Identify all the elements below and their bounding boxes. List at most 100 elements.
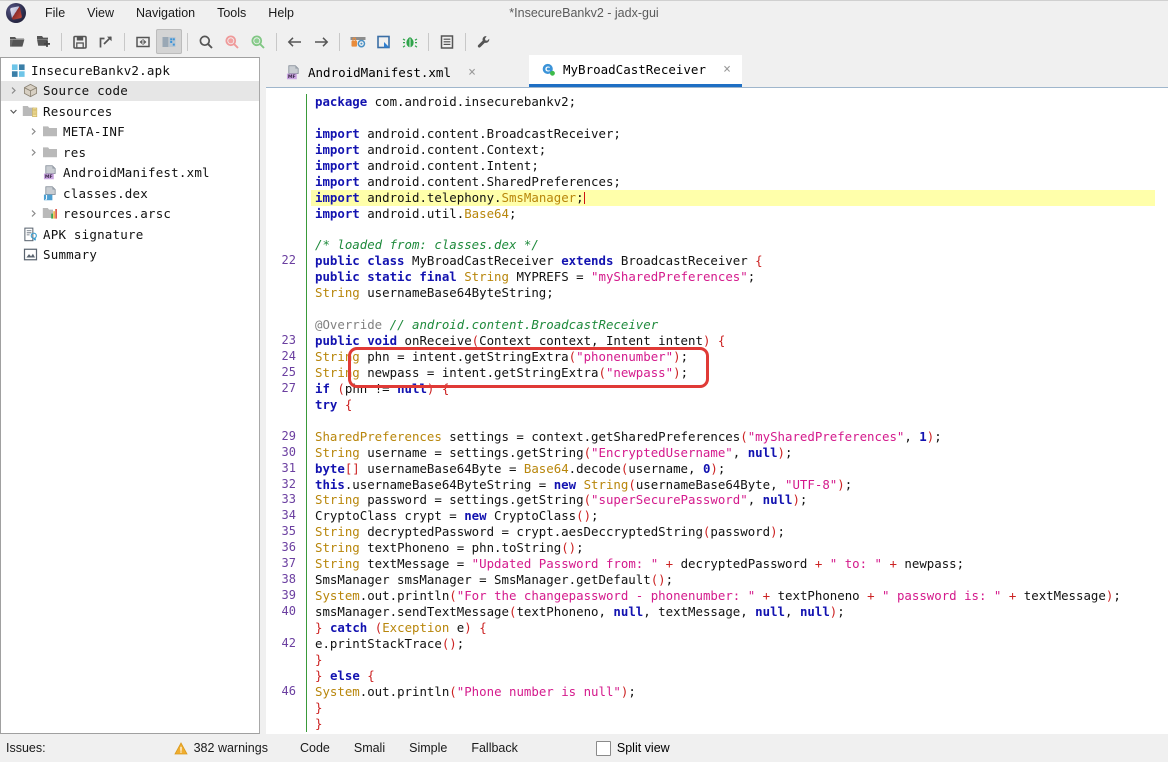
- code-line[interactable]: String textMessage = "Updated Password f…: [315, 556, 1155, 572]
- code-line[interactable]: import android.content.Intent;: [315, 158, 1155, 174]
- code-token: Exception: [382, 619, 450, 635]
- view-tab-fallback[interactable]: Fallback: [461, 738, 528, 758]
- tree-item-apk-signature[interactable]: APK signature: [1, 224, 259, 245]
- debugger-icon[interactable]: [397, 29, 423, 54]
- chevron-right-icon[interactable]: [25, 209, 41, 218]
- view-tab-simple[interactable]: Simple: [399, 738, 457, 758]
- preferences-icon[interactable]: [471, 29, 497, 54]
- code-line[interactable]: [315, 222, 1155, 238]
- code-line[interactable]: public class MyBroadCastReceiver extends…: [315, 253, 1155, 269]
- code-line[interactable]: String decryptedPassword = crypt.aesDecc…: [315, 524, 1155, 540]
- code-fold-bar[interactable]: [302, 88, 311, 734]
- tree-item-resources-arsc[interactable]: resources.arsc: [1, 204, 259, 225]
- close-icon[interactable]: ×: [465, 66, 479, 80]
- code-line[interactable]: CryptoClass crypt = new CryptoClass();: [315, 508, 1155, 524]
- code-line[interactable]: byte[] usernameBase64Byte = Base64.decod…: [315, 461, 1155, 477]
- code-line[interactable]: } else {: [315, 668, 1155, 684]
- vertical-scrollbar[interactable]: [1155, 88, 1168, 734]
- menu-item-help[interactable]: Help: [257, 3, 305, 23]
- code-line[interactable]: String usernameBase64ByteString;: [315, 285, 1155, 301]
- tree-item-androidmanifest-xml[interactable]: MF AndroidManifest.xml: [1, 163, 259, 184]
- search-class-icon[interactable]: [219, 29, 245, 54]
- export-gradle-icon[interactable]: [93, 29, 119, 54]
- code-line[interactable]: [315, 413, 1155, 429]
- tree-item-resources[interactable]: Resources: [1, 101, 259, 122]
- log-icon[interactable]: [434, 29, 460, 54]
- add-files-icon[interactable]: [30, 29, 56, 54]
- code-line[interactable]: public void onReceive(Context context, I…: [315, 333, 1155, 349]
- code-line[interactable]: }: [315, 732, 1155, 735]
- code-line[interactable]: String phn = intent.getStringExtra("phon…: [315, 349, 1155, 365]
- code-line[interactable]: }: [315, 652, 1155, 668]
- deobfuscation-icon[interactable]: [345, 29, 371, 54]
- code-line[interactable]: [315, 110, 1155, 126]
- code-line[interactable]: import android.content.Context;: [315, 142, 1155, 158]
- code-line[interactable]: public static final String MYPREFS = "my…: [315, 269, 1155, 285]
- code-line[interactable]: try {: [315, 397, 1155, 413]
- code-line[interactable]: smsManager.sendTextMessage(textPhoneno, …: [315, 604, 1155, 620]
- close-icon[interactable]: ×: [720, 63, 734, 77]
- split-view-checkbox[interactable]: [595, 740, 611, 756]
- code-line[interactable]: import android.content.BroadcastReceiver…: [315, 126, 1155, 142]
- menu-item-tools[interactable]: Tools: [206, 3, 257, 23]
- split-view-toggle[interactable]: Split view: [595, 740, 670, 756]
- code-line[interactable]: this.usernameBase64ByteString = new Stri…: [315, 477, 1155, 493]
- code-line[interactable]: } catch (Exception e) {: [315, 620, 1155, 636]
- tree-item-res[interactable]: res: [1, 142, 259, 163]
- code-line[interactable]: System.out.println("For the changepasswo…: [315, 588, 1155, 604]
- tree-item-meta-inf[interactable]: META-INF: [1, 122, 259, 143]
- code-line[interactable]: String password = settings.getString("su…: [315, 492, 1155, 508]
- menu-item-view[interactable]: View: [76, 3, 125, 23]
- search-icon[interactable]: [193, 29, 219, 54]
- code-line[interactable]: package com.android.insecurebankv2;: [315, 94, 1155, 110]
- code-token: CryptoClass crypt =: [315, 508, 465, 524]
- tree-item-source-code[interactable]: Source code: [1, 80, 259, 101]
- forward-arrow-icon[interactable]: [308, 29, 334, 54]
- tree-root-apk[interactable]: InsecureBankv2.apk: [1, 60, 259, 81]
- code-token: username = settings.getString: [359, 444, 584, 460]
- view-tab-code[interactable]: Code: [290, 738, 340, 758]
- flat-packages-icon[interactable]: [156, 29, 182, 54]
- code-line[interactable]: String textPhoneno = phn.toString();: [315, 540, 1155, 556]
- editor-tab-androidmanifest-xml[interactable]: MF AndroidManifest.xml ×: [274, 58, 487, 87]
- code-line[interactable]: import android.content.SharedPreferences…: [315, 174, 1155, 190]
- menu-item-file[interactable]: File: [34, 3, 76, 23]
- code-line[interactable]: e.printStackTrace();: [315, 636, 1155, 652]
- warnings-indicator[interactable]: 382 warnings: [173, 741, 268, 755]
- code-line[interactable]: }: [315, 716, 1155, 732]
- code-line[interactable]: System.out.println("Phone number is null…: [315, 684, 1155, 700]
- code-line[interactable]: import android.telephony.SmsManager;: [311, 189, 1155, 206]
- code-line[interactable]: if (phn != null) {: [315, 381, 1155, 397]
- code-line[interactable]: String newpass = intent.getStringExtra("…: [315, 365, 1155, 381]
- code-line[interactable]: import android.util.Base64;: [315, 206, 1155, 222]
- chevron-right-icon[interactable]: [25, 127, 41, 136]
- view-mode-tabs[interactable]: Code Smali Simple Fallback: [286, 738, 528, 758]
- line-number: [266, 110, 296, 126]
- chevron-down-icon[interactable]: [5, 107, 21, 116]
- save-all-icon[interactable]: [67, 29, 93, 54]
- code-line[interactable]: }: [315, 700, 1155, 716]
- code-line[interactable]: SmsManager smsManager = SmsManager.getDe…: [315, 572, 1155, 588]
- code-line[interactable]: /* loaded from: classes.dex */: [315, 237, 1155, 253]
- code-viewer[interactable]: 22 23 24 25 27 29 30 31 32 33 34 35 36 37 38 39 40 42 46 p…: [266, 88, 1168, 734]
- tree-item-summary[interactable]: Summary: [1, 245, 259, 266]
- sync-icon[interactable]: [130, 29, 156, 54]
- summary-icon: [21, 247, 39, 262]
- editor-tab-mybroadcastreceiver[interactable]: C MyBroadCastReceiver ×: [529, 55, 742, 87]
- code-line[interactable]: @Override // android.content.BroadcastRe…: [315, 317, 1155, 333]
- search-comment-icon[interactable]: [245, 29, 271, 54]
- tree-item-classes-dex[interactable]: Jclasses.dex: [1, 183, 259, 204]
- open-file-icon[interactable]: [4, 29, 30, 54]
- code-line[interactable]: SharedPreferences settings = context.get…: [315, 429, 1155, 445]
- code-line[interactable]: [315, 301, 1155, 317]
- quark-icon[interactable]: [371, 29, 397, 54]
- chevron-right-icon[interactable]: [5, 86, 21, 95]
- source-code-text[interactable]: package com.android.insecurebankv2; impor…: [311, 88, 1155, 734]
- menu-item-navigation[interactable]: Navigation: [125, 3, 206, 23]
- project-tree[interactable]: InsecureBankv2.apk Source code Resources ME…: [1, 58, 259, 265]
- view-tab-smali[interactable]: Smali: [344, 738, 395, 758]
- chevron-right-icon[interactable]: [25, 148, 41, 157]
- code-line[interactable]: String username = settings.getString("En…: [315, 445, 1155, 461]
- back-arrow-icon[interactable]: [282, 29, 308, 54]
